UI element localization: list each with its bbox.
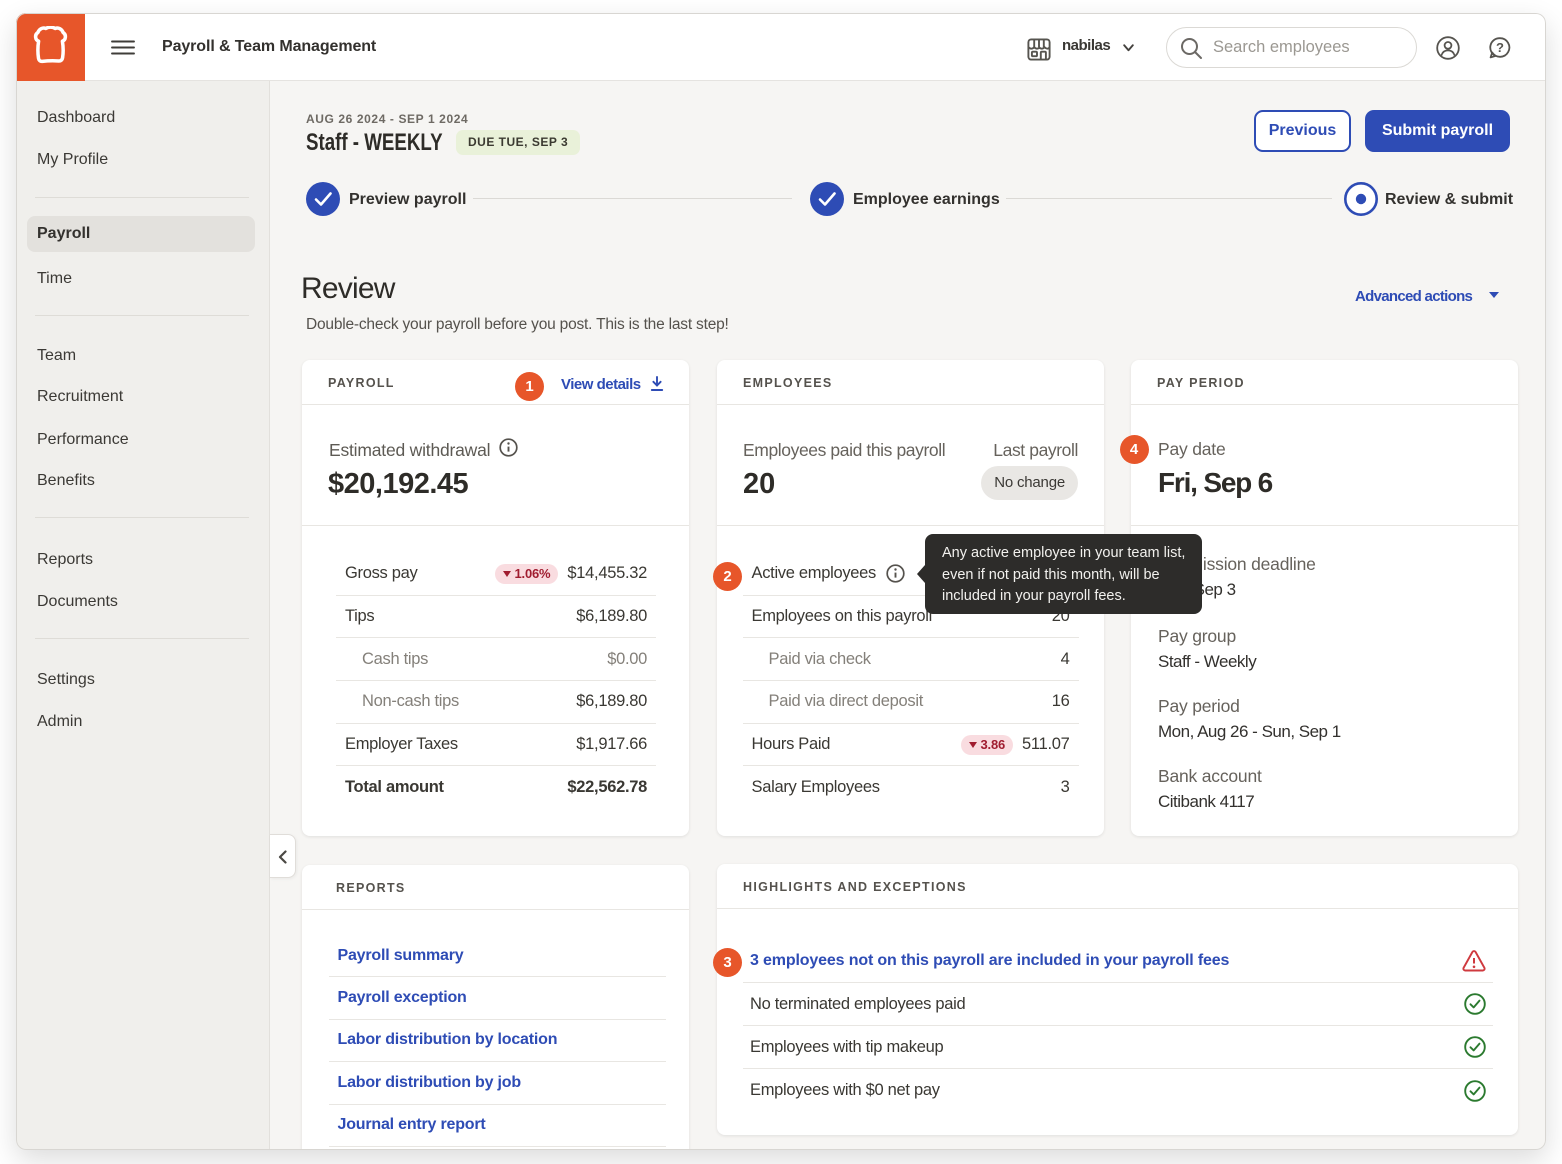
- svg-text:?: ?: [1496, 40, 1504, 55]
